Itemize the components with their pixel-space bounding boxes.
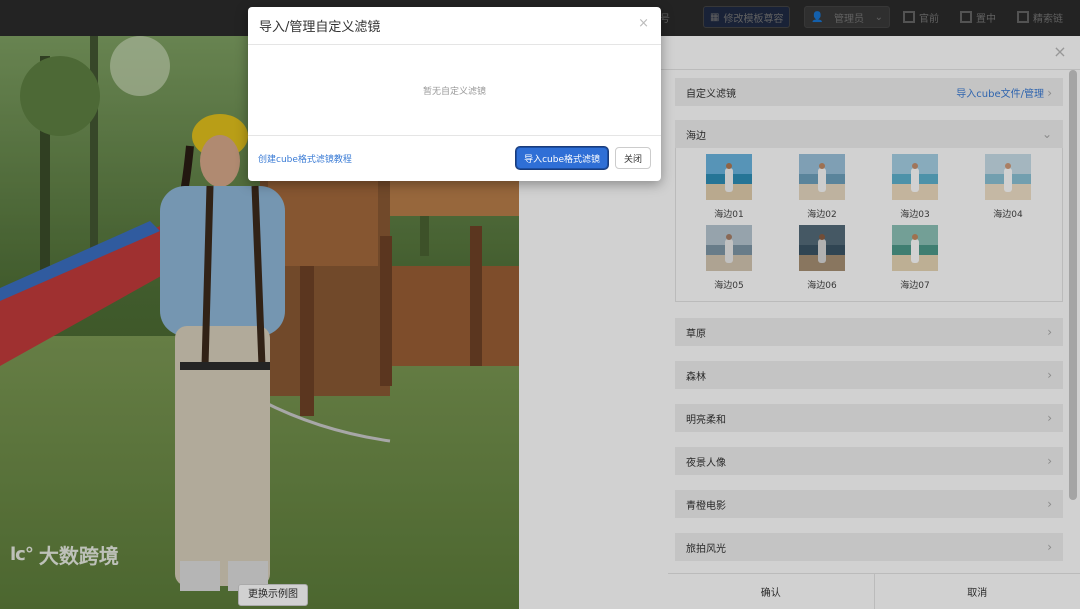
cube-tutorial-link[interactable]: 创建cube格式滤镜教程 xyxy=(258,152,516,165)
empty-state-text: 暂无自定义滤镜 xyxy=(422,86,486,97)
import-cube-filter-button[interactable]: 导入cube格式滤镜 xyxy=(516,147,608,169)
dialog-close-button[interactable]: 关闭 xyxy=(614,147,651,169)
dialog-title: 导入/管理自定义滤镜 xyxy=(259,20,381,35)
custom-filter-dialog: 导入/管理自定义滤镜 × 暂无自定义滤镜 创建cube格式滤镜教程 导入cube… xyxy=(248,7,661,181)
close-icon[interactable]: × xyxy=(638,17,649,30)
dialog-empty-state: 暂无自定义滤镜 xyxy=(248,45,661,136)
